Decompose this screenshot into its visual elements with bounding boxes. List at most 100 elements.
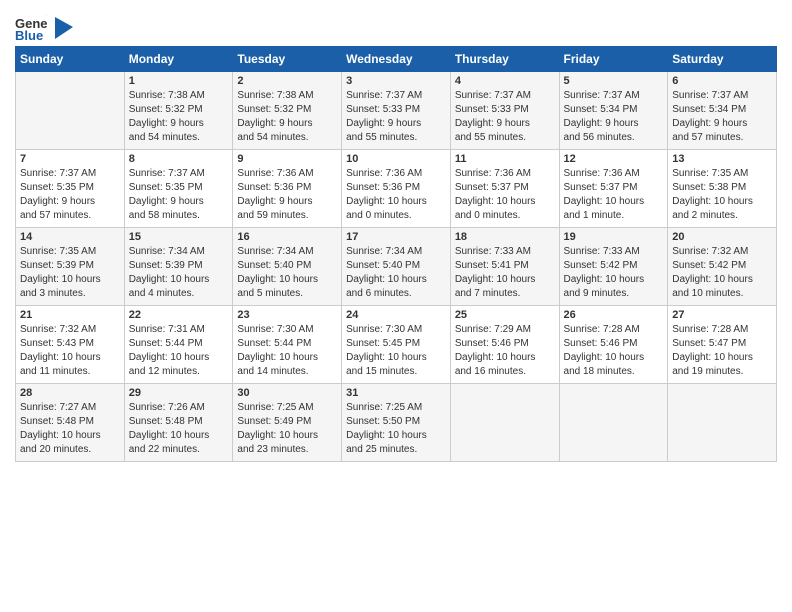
header: General Blue (15, 10, 777, 42)
calendar-cell: 2Sunrise: 7:38 AMSunset: 5:32 PMDaylight… (233, 72, 342, 150)
cell-info-line: and 12 minutes. (129, 365, 229, 379)
cell-info-line: Sunrise: 7:36 AM (237, 167, 337, 181)
calendar-cell: 30Sunrise: 7:25 AMSunset: 5:49 PMDayligh… (233, 384, 342, 462)
cell-info-line: and 18 minutes. (564, 365, 664, 379)
calendar-cell (450, 384, 559, 462)
day-number: 11 (455, 153, 555, 165)
cell-info-line: Sunset: 5:32 PM (129, 103, 229, 117)
cell-info: Sunrise: 7:28 AMSunset: 5:47 PMDaylight:… (672, 323, 772, 379)
cell-info: Sunrise: 7:25 AMSunset: 5:49 PMDaylight:… (237, 401, 337, 457)
cell-info-line: Daylight: 10 hours (346, 429, 446, 443)
table-row: 14Sunrise: 7:35 AMSunset: 5:39 PMDayligh… (16, 228, 777, 306)
cell-info-line: Daylight: 10 hours (564, 351, 664, 365)
day-number: 14 (20, 231, 120, 243)
cell-info-line: Daylight: 9 hours (129, 195, 229, 209)
cell-info: Sunrise: 7:36 AMSunset: 5:37 PMDaylight:… (564, 167, 664, 223)
cell-info-line: Sunset: 5:44 PM (237, 337, 337, 351)
cell-info-line: Sunrise: 7:33 AM (455, 245, 555, 259)
cell-info-line: Sunrise: 7:37 AM (346, 89, 446, 103)
cell-info-line: Sunset: 5:49 PM (237, 415, 337, 429)
cell-info-line: Sunset: 5:43 PM (20, 337, 120, 351)
calendar-cell: 12Sunrise: 7:36 AMSunset: 5:37 PMDayligh… (559, 150, 668, 228)
calendar-cell: 11Sunrise: 7:36 AMSunset: 5:37 PMDayligh… (450, 150, 559, 228)
calendar-cell: 4 Sunrise: 7:37 AMSunset: 5:33 PMDaylight… (450, 72, 559, 150)
cell-info-line: Sunset: 5:33 PM (346, 103, 446, 117)
calendar-cell: 14Sunrise: 7:35 AMSunset: 5:39 PMDayligh… (16, 228, 125, 306)
table-row: 21Sunrise: 7:32 AMSunset: 5:43 PMDayligh… (16, 306, 777, 384)
cell-info: Sunrise: 7:26 AMSunset: 5:48 PMDaylight:… (129, 401, 229, 457)
calendar-cell: 31Sunrise: 7:25 AMSunset: 5:50 PMDayligh… (342, 384, 451, 462)
cell-info-line: Daylight: 10 hours (672, 195, 772, 209)
col-header-friday: Friday (559, 47, 668, 72)
day-number: 4 (455, 75, 555, 87)
calendar-cell: 21Sunrise: 7:32 AMSunset: 5:43 PMDayligh… (16, 306, 125, 384)
day-number: 15 (129, 231, 229, 243)
cell-info-line: Daylight: 10 hours (455, 195, 555, 209)
cell-info: Sunrise: 7:34 AMSunset: 5:40 PMDaylight:… (237, 245, 337, 301)
cell-info-line: Daylight: 10 hours (129, 351, 229, 365)
calendar-cell: 17 Sunrise: 7:34 AMSunset: 5:40 PMDayligh… (342, 228, 451, 306)
cell-info-line: Daylight: 10 hours (346, 195, 446, 209)
cell-info-line: Daylight: 9 hours (455, 117, 555, 131)
cell-info: Sunrise: 7:32 AMSunset: 5:42 PMDaylight:… (672, 245, 772, 301)
cell-info-line: Sunrise: 7:37 AM (20, 167, 120, 181)
cell-info-line: Daylight: 10 hours (455, 273, 555, 287)
col-header-wednesday: Wednesday (342, 47, 451, 72)
table-header-row: SundayMondayTuesdayWednesdayThursdayFrid… (16, 47, 777, 72)
cell-info: Sunrise: 7:37 AMSunset: 5:35 PMDaylight:… (129, 167, 229, 223)
calendar-cell (559, 384, 668, 462)
cell-info-line: Sunset: 5:35 PM (20, 181, 120, 195)
cell-info: Sunrise: 7:33 AMSunset: 5:42 PMDaylight:… (564, 245, 664, 301)
cell-info-line: Sunset: 5:42 PM (564, 259, 664, 273)
cell-info-line: Sunrise: 7:34 AM (129, 245, 229, 259)
cell-info-line: Daylight: 9 hours (672, 117, 772, 131)
calendar-cell: 27Sunrise: 7:28 AMSunset: 5:47 PMDayligh… (668, 306, 777, 384)
cell-info-line: Sunset: 5:46 PM (455, 337, 555, 351)
cell-info-line: Sunrise: 7:37 AM (564, 89, 664, 103)
cell-info: Sunrise: 7:37 AMSunset: 5:34 PMDaylight:… (672, 89, 772, 145)
cell-info-line: Sunset: 5:42 PM (672, 259, 772, 273)
calendar-cell: 8Sunrise: 7:37 AMSunset: 5:35 PMDaylight… (124, 150, 233, 228)
logo-icon: General Blue (15, 14, 47, 42)
calendar-cell: 13Sunrise: 7:35 AMSunset: 5:38 PMDayligh… (668, 150, 777, 228)
day-number: 25 (455, 309, 555, 321)
cell-info-line: and 14 minutes. (237, 365, 337, 379)
day-number: 6 (672, 75, 772, 87)
cell-info: Sunrise: 7:25 AMSunset: 5:50 PMDaylight:… (346, 401, 446, 457)
day-number: 17 (346, 231, 446, 243)
col-header-sunday: Sunday (16, 47, 125, 72)
cell-info: Sunrise: 7:34 AMSunset: 5:40 PMDaylight:… (346, 245, 446, 301)
calendar-table: SundayMondayTuesdayWednesdayThursdayFrid… (15, 46, 777, 462)
day-number: 9 (237, 153, 337, 165)
cell-info-line: Sunset: 5:38 PM (672, 181, 772, 195)
calendar-cell: 5Sunrise: 7:37 AMSunset: 5:34 PMDaylight… (559, 72, 668, 150)
cell-info-line: Daylight: 10 hours (455, 351, 555, 365)
cell-info-line: Sunset: 5:35 PM (129, 181, 229, 195)
table-row: 7Sunrise: 7:37 AMSunset: 5:35 PMDaylight… (16, 150, 777, 228)
cell-info-line: Sunrise: 7:32 AM (672, 245, 772, 259)
cell-info-line: Daylight: 10 hours (129, 273, 229, 287)
cell-info-line: Daylight: 10 hours (564, 195, 664, 209)
calendar-cell: 26Sunrise: 7:28 AMSunset: 5:46 PMDayligh… (559, 306, 668, 384)
cell-info: Sunrise: 7:37 AMSunset: 5:33 PMDaylight:… (455, 89, 555, 145)
cell-info-line: and 2 minutes. (672, 209, 772, 223)
cell-info-line: Daylight: 10 hours (346, 351, 446, 365)
cell-info-line: Sunrise: 7:35 AM (672, 167, 772, 181)
cell-info-line: Sunset: 5:33 PM (455, 103, 555, 117)
calendar-cell: 23Sunrise: 7:30 AMSunset: 5:44 PMDayligh… (233, 306, 342, 384)
table-row: 1Sunrise: 7:38 AMSunset: 5:32 PMDaylight… (16, 72, 777, 150)
day-number: 29 (129, 387, 229, 399)
cell-info-line: Sunrise: 7:36 AM (455, 167, 555, 181)
cell-info-line: Sunset: 5:36 PM (346, 181, 446, 195)
cell-info: Sunrise: 7:35 AMSunset: 5:38 PMDaylight:… (672, 167, 772, 223)
cell-info-line: Daylight: 10 hours (237, 273, 337, 287)
cell-info-line: Sunrise: 7:38 AM (129, 89, 229, 103)
cell-info-line: Daylight: 10 hours (672, 351, 772, 365)
cell-info-line: Sunrise: 7:34 AM (237, 245, 337, 259)
cell-info: Sunrise: 7:37 AMSunset: 5:33 PMDaylight:… (346, 89, 446, 145)
cell-info-line: Sunset: 5:40 PM (237, 259, 337, 273)
page-container: General Blue SundayMondayTuesdayWednesda… (0, 0, 792, 467)
cell-info-line: Sunset: 5:47 PM (672, 337, 772, 351)
calendar-cell (668, 384, 777, 462)
cell-info-line: Daylight: 9 hours (129, 117, 229, 131)
